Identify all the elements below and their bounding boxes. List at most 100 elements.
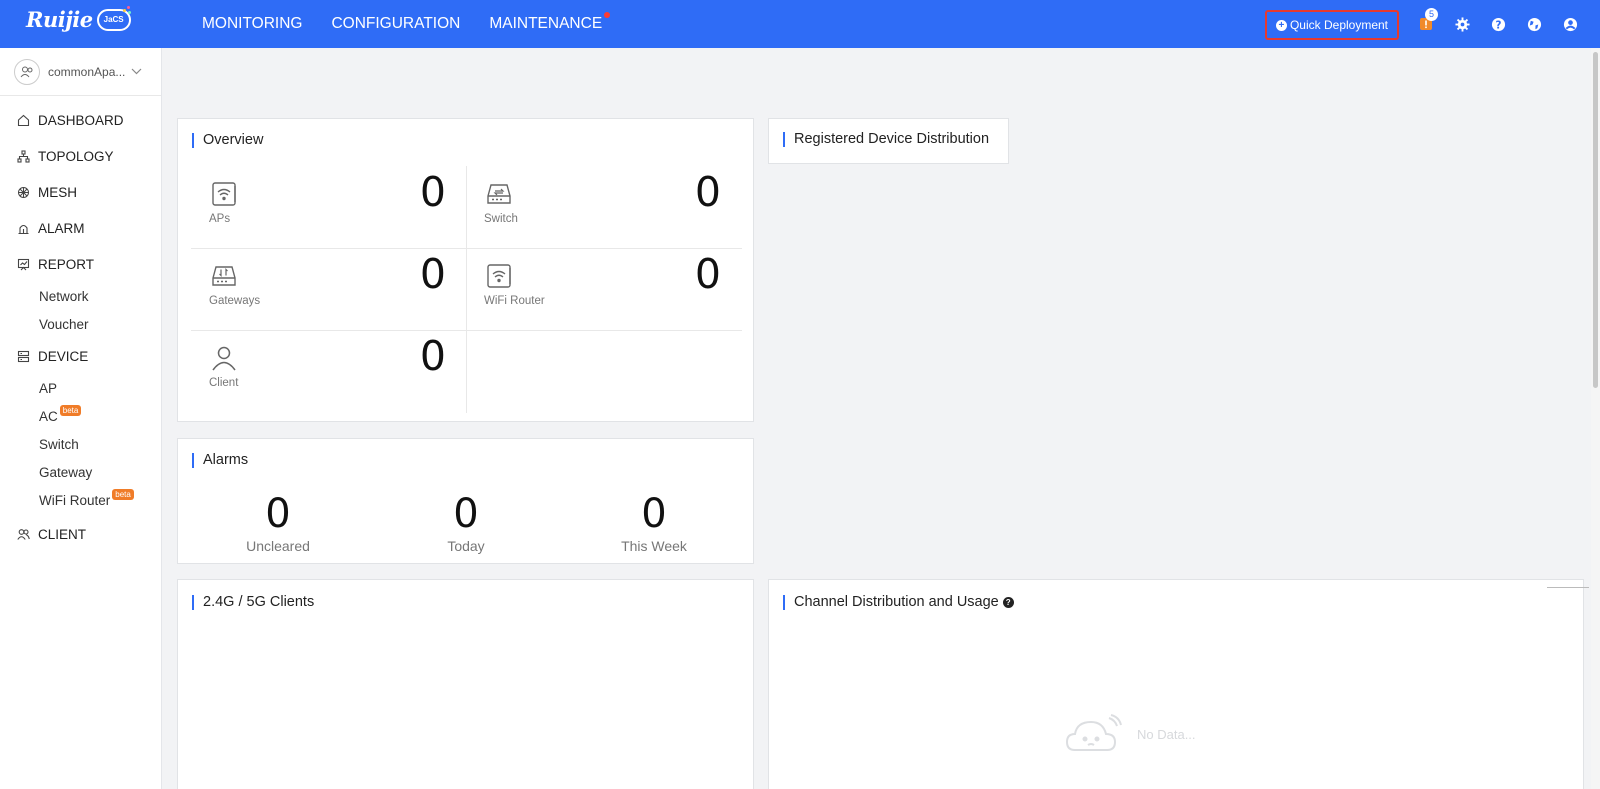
alarm-this-week[interactable]: 0 This Week	[574, 491, 734, 555]
sidebar-label-client: CLIENT	[38, 526, 87, 542]
ap-icon	[212, 182, 236, 206]
registered-device-title: Registered Device Distribution	[783, 131, 989, 147]
alarm-value-uncleared: 0	[265, 491, 291, 537]
alarm-value-today: 0	[453, 491, 479, 537]
overview-value-client: 0	[419, 332, 446, 380]
chevron-down-icon	[131, 68, 142, 75]
overview-label-client: Client	[209, 377, 239, 389]
sidebar-item-switch[interactable]: Switch	[0, 430, 161, 458]
header-icons: 5 ?	[1408, 8, 1588, 36]
sidebar-menu: DASHBOARD TOPOLOGY MESH ALARM REPORT Net…	[0, 96, 161, 552]
overview-gateways[interactable]: Gateways 0	[192, 248, 462, 330]
overview-aps[interactable]: APs 0	[192, 166, 462, 248]
account-selector[interactable]: commonApa...	[0, 48, 161, 96]
nav-maintenance-label: MAINTENANCE	[489, 15, 603, 32]
settings-button[interactable]	[1444, 12, 1480, 36]
help-button[interactable]: ?	[1480, 12, 1516, 36]
alarm-label-today: Today	[447, 538, 485, 554]
overview-value-switch: 0	[694, 168, 721, 216]
help-circle-icon[interactable]: ?	[1002, 597, 1014, 608]
account-avatar	[14, 58, 40, 85]
ruijie-logo[interactable]: Ruijie JaCS	[26, 5, 131, 32]
channel-distribution-label: Channel Distribution and Usage	[794, 594, 999, 610]
maintenance-alert-dot	[604, 12, 611, 18]
overview-title: Overview	[192, 132, 263, 148]
logo-text: Ruijie	[26, 7, 93, 32]
main-nav: MONITORING CONFIGURATION MAINTENANCE	[202, 0, 631, 48]
overview-value-wifi-router: 0	[694, 250, 721, 298]
top-bar: Ruijie JaCS MONITORING CONFIGURATION MAI…	[0, 0, 1600, 48]
alarm-label-uncleared: Uncleared	[246, 538, 310, 554]
alarm-uncleared[interactable]: 0 Uncleared	[198, 491, 358, 555]
sidebar-item-ap[interactable]: AP	[0, 374, 161, 402]
channel-legend-line	[1547, 587, 1589, 588]
sidebar-item-wifi-router[interactable]: WiFi Router beta	[0, 486, 161, 514]
client-user-icon	[212, 346, 236, 371]
sidebar-item-topology[interactable]: TOPOLOGY	[0, 138, 161, 174]
beta-badge: beta	[59, 404, 82, 416]
sidebar-item-alarm[interactable]: ALARM	[0, 210, 161, 246]
sidebar: commonApa... DASHBOARD TOPOLOGY MESH ALA…	[0, 48, 162, 789]
sidebar-item-mesh[interactable]: MESH	[0, 174, 161, 210]
overview-wifi-router[interactable]: WiFi Router 0	[467, 248, 737, 330]
quick-deployment-button[interactable]: + Quick Deployment	[1265, 10, 1399, 40]
clients-band-title: 2.4G / 5G Clients	[192, 594, 314, 610]
sidebar-label-dashboard: DASHBOARD	[38, 112, 124, 128]
user-switch-icon	[20, 66, 33, 77]
svg-text:?: ?	[1495, 19, 1501, 31]
report-icon	[16, 257, 30, 271]
gear-icon	[1454, 16, 1470, 32]
overview-label-aps: APs	[209, 213, 231, 225]
overview-label-gateways: Gateways	[209, 295, 261, 307]
logo-badge: JaCS	[103, 15, 124, 24]
alarm-today[interactable]: 0 Today	[386, 491, 546, 555]
nav-maintenance[interactable]: MAINTENANCE	[489, 12, 611, 33]
user-button[interactable]	[1552, 12, 1588, 36]
cloud-logo-icon: JaCS	[96, 5, 131, 31]
language-button[interactable]	[1516, 12, 1552, 36]
client-icon	[16, 527, 30, 541]
logo-dots	[122, 5, 131, 14]
sidebar-item-gateway[interactable]: Gateway	[0, 458, 161, 486]
sidebar-item-device[interactable]: DEVICE	[0, 338, 161, 374]
wifi-router-icon	[487, 264, 511, 288]
account-name: commonApa...	[48, 64, 126, 79]
quick-deployment-label: Quick Deployment	[1289, 18, 1389, 32]
nav-monitoring[interactable]: MONITORING	[202, 15, 302, 33]
sidebar-label-wifi-router: WiFi Router	[39, 492, 111, 508]
empty-cloud-icon	[1065, 714, 1122, 751]
overview-label-switch: Switch	[484, 213, 518, 225]
nav-configuration[interactable]: CONFIGURATION	[331, 15, 460, 33]
sidebar-label-alarm: ALARM	[38, 220, 85, 236]
alarm-value-this-week: 0	[641, 491, 667, 537]
sidebar-item-dashboard[interactable]: DASHBOARD	[0, 102, 161, 138]
mesh-icon	[16, 185, 30, 199]
overview-value-aps: 0	[419, 168, 446, 216]
overview-card: Overview APs 0 Switch 0 Gateways 0 WiFi …	[177, 118, 754, 422]
overview-client[interactable]: Client 0	[192, 330, 462, 412]
switch-icon	[487, 184, 511, 204]
overview-switch[interactable]: Switch 0	[467, 166, 737, 248]
sidebar-label-ac: AC	[39, 408, 58, 424]
no-data-placeholder: No Data...	[1065, 714, 1196, 754]
alarms-title: Alarms	[192, 452, 248, 468]
sidebar-item-ac[interactable]: AC beta	[0, 402, 161, 430]
clients-band-card: 2.4G / 5G Clients	[177, 579, 754, 789]
user-icon	[1563, 17, 1577, 31]
sidebar-label-device: DEVICE	[38, 348, 89, 364]
notification-button[interactable]: 5	[1408, 8, 1444, 36]
help-icon: ?	[1491, 17, 1505, 31]
sidebar-item-report[interactable]: REPORT	[0, 246, 161, 282]
device-icon	[16, 349, 30, 363]
home-icon	[16, 113, 30, 127]
scrollbar-thumb[interactable]	[1593, 52, 1598, 388]
alarm-icon	[16, 221, 30, 235]
sidebar-item-network[interactable]: Network	[0, 282, 161, 310]
page-scrollbar[interactable]	[1591, 48, 1600, 789]
channel-distribution-card: Channel Distribution and Usage? No Data.…	[768, 579, 1589, 789]
beta-badge: beta	[112, 488, 134, 500]
notification-badge: 5	[1425, 8, 1438, 21]
sidebar-item-voucher[interactable]: Voucher	[0, 310, 161, 338]
registered-device-card: Registered Device Distribution	[768, 118, 1009, 164]
sidebar-item-client[interactable]: CLIENT	[0, 516, 161, 552]
